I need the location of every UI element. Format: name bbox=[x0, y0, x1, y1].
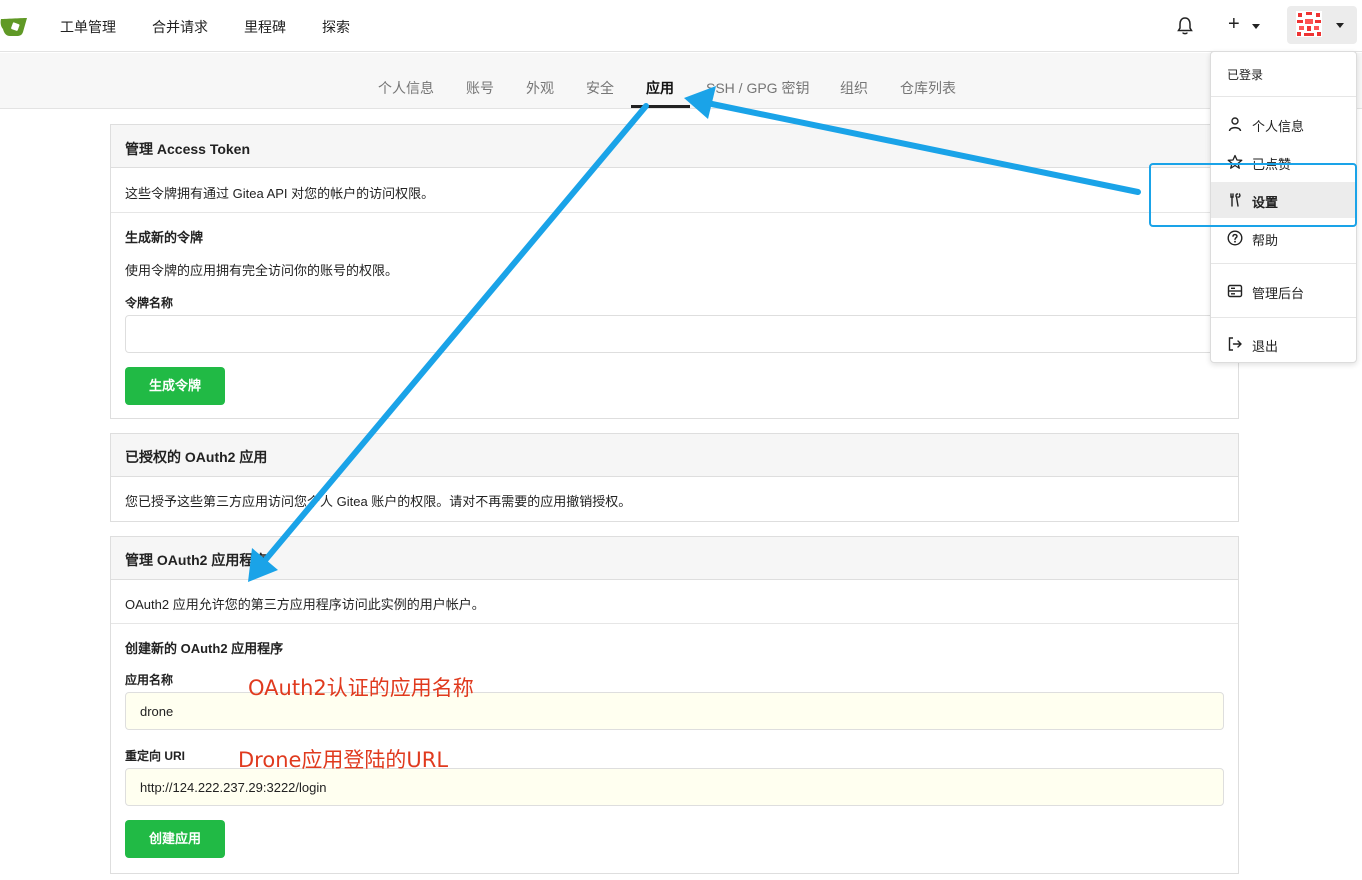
authorized-oauth-section: 已授权的 OAuth2 应用 您已授予这些第三方应用访问您个人 Gitea 账户… bbox=[110, 433, 1239, 522]
menu-item-sign-out[interactable]: 退出 bbox=[1211, 326, 1356, 362]
token-name-input[interactable] bbox=[125, 315, 1224, 353]
section-title: 已授权的 OAuth2 应用 bbox=[111, 434, 1238, 477]
redirect-uri-label: 重定向 URI bbox=[125, 749, 186, 763]
nav-issues[interactable]: 工单管理 bbox=[60, 17, 116, 37]
gitea-logo-icon[interactable] bbox=[0, 14, 30, 38]
chevron-down-icon bbox=[1336, 23, 1344, 28]
section-description: OAuth2 应用允许您的第三方应用程序访问此实例的用户帐户。 bbox=[125, 597, 485, 612]
annotation-redirect-url: Drone应用登陆的URL bbox=[238, 748, 449, 772]
tab-security[interactable]: 安全 bbox=[586, 78, 614, 98]
form-heading: 生成新的令牌 bbox=[125, 230, 204, 245]
section-title: 管理 OAuth2 应用程序 bbox=[111, 537, 1238, 580]
form-description: 使用令牌的应用拥有完全访问你的账号的权限。 bbox=[125, 263, 399, 278]
menu-item-label: 帮助 bbox=[1252, 233, 1279, 248]
bell-icon[interactable] bbox=[1176, 16, 1194, 36]
section-title: 管理 Access Token bbox=[111, 125, 1238, 168]
divider bbox=[1211, 263, 1356, 264]
divider bbox=[1211, 96, 1356, 97]
generate-token-button[interactable]: 生成令牌 bbox=[125, 367, 225, 405]
person-icon bbox=[1228, 117, 1242, 132]
menu-item-site-admin[interactable]: 管理后台 bbox=[1211, 273, 1356, 309]
settings-highlight-box bbox=[1149, 163, 1357, 227]
menu-item-label: 管理后台 bbox=[1252, 286, 1305, 301]
menu-item-label: 退出 bbox=[1252, 339, 1279, 354]
menu-item-profile[interactable]: 个人信息 bbox=[1211, 106, 1356, 142]
section-description: 您已授予这些第三方应用访问您个人 Gitea 账户的权限。请对不再需要的应用撤销… bbox=[125, 494, 632, 509]
tab-ssh-gpg-keys[interactable]: SSH / GPG 密钥 bbox=[706, 78, 809, 98]
divider bbox=[1211, 317, 1356, 318]
nav-milestones[interactable]: 里程碑 bbox=[244, 17, 286, 37]
create-application-button[interactable]: 创建应用 bbox=[125, 820, 225, 858]
avatar bbox=[1296, 11, 1322, 37]
access-token-section: 管理 Access Token 这些令牌拥有通过 Gitea API 对您的帐户… bbox=[110, 124, 1239, 419]
annotation-app-name: OAuth2认证的应用名称 bbox=[248, 676, 474, 700]
app-name-label: 应用名称 bbox=[125, 673, 174, 687]
nav-explore[interactable]: 探索 bbox=[322, 17, 350, 37]
chevron-down-icon bbox=[1252, 24, 1260, 29]
active-tab-indicator bbox=[631, 105, 690, 108]
section-description: 这些令牌拥有通过 Gitea API 对您的帐户的访问权限。 bbox=[125, 186, 435, 201]
settings-tabs: 个人信息 账号 外观 安全 应用 SSH / GPG 密钥 组织 仓库列表 bbox=[0, 53, 1362, 109]
menu-item-label: 个人信息 bbox=[1252, 119, 1305, 134]
signed-in-as-label: 已登录 bbox=[1227, 68, 1264, 82]
server-icon bbox=[1227, 284, 1243, 298]
section-description-row: 这些令牌拥有通过 Gitea API 对您的帐户的访问权限。 bbox=[111, 168, 1238, 213]
sign-out-icon bbox=[1228, 337, 1242, 351]
tab-profile[interactable]: 个人信息 bbox=[378, 78, 434, 98]
token-name-label: 令牌名称 bbox=[125, 296, 174, 310]
manage-oauth-section: 管理 OAuth2 应用程序 OAuth2 应用允许您的第三方应用程序访问此实例… bbox=[110, 536, 1239, 874]
tab-repositories[interactable]: 仓库列表 bbox=[900, 78, 956, 98]
tab-appearance[interactable]: 外观 bbox=[526, 78, 554, 98]
tab-applications[interactable]: 应用 bbox=[646, 78, 674, 98]
form-heading: 创建新的 OAuth2 应用程序 bbox=[125, 641, 284, 656]
user-menu-button[interactable] bbox=[1287, 6, 1357, 44]
tab-account[interactable]: 账号 bbox=[466, 78, 494, 98]
create-new-button[interactable]: + bbox=[1228, 13, 1240, 36]
section-description-row: OAuth2 应用允许您的第三方应用程序访问此实例的用户帐户。 bbox=[111, 580, 1238, 624]
tab-organizations[interactable]: 组织 bbox=[840, 78, 868, 98]
section-description-row: 您已授予这些第三方应用访问您个人 Gitea 账户的权限。请对不再需要的应用撤销… bbox=[111, 477, 1238, 521]
top-navbar: 工单管理 合并请求 里程碑 探索 + bbox=[0, 0, 1362, 52]
nav-pull-requests[interactable]: 合并请求 bbox=[152, 17, 208, 37]
generate-token-form: 生成新的令牌 使用令牌的应用拥有完全访问你的账号的权限。 令牌名称 生成令牌 bbox=[111, 213, 1238, 418]
question-icon bbox=[1227, 230, 1243, 246]
